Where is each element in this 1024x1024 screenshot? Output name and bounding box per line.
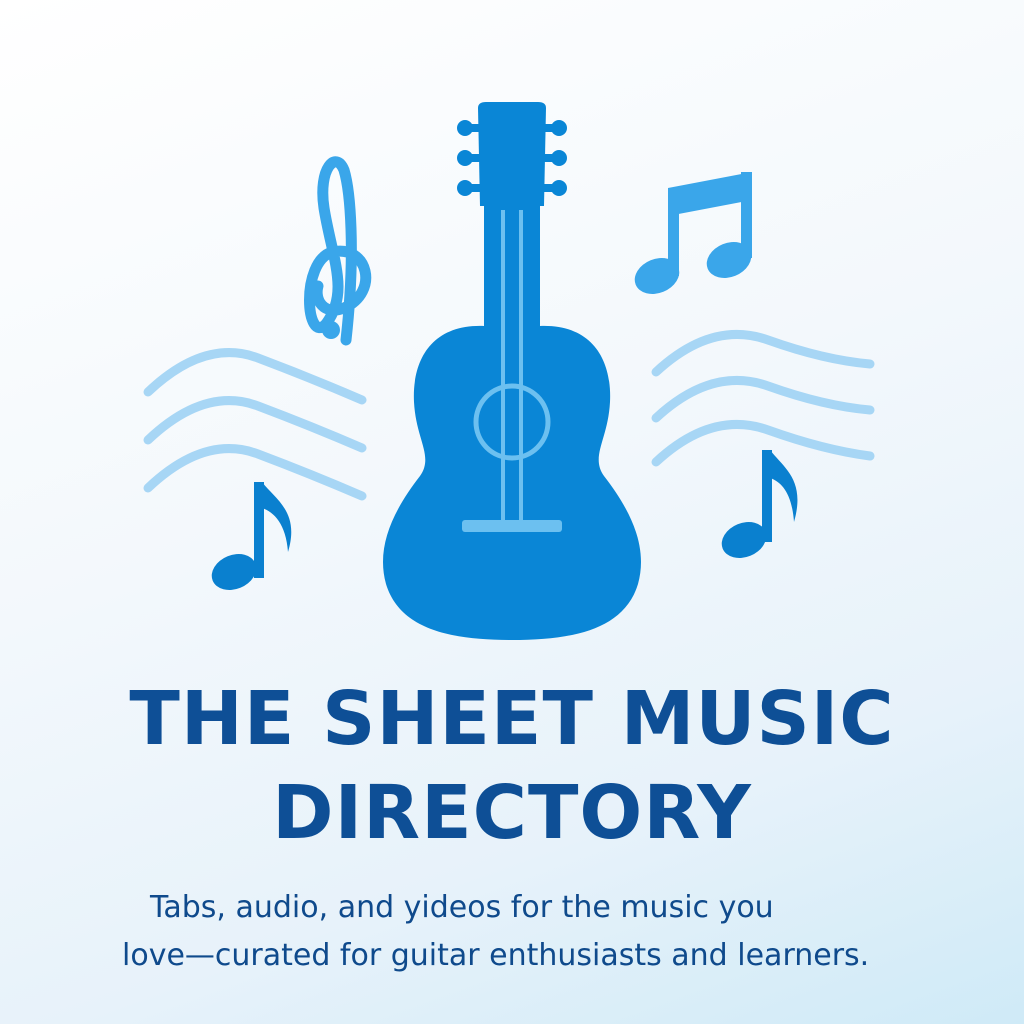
sound-wave-right-icon xyxy=(651,330,875,467)
page-title: THE SHEET MUSIC DIRECTORY xyxy=(0,672,1024,860)
tagline-line-2: love—curated for guitar enthusiasts and … xyxy=(122,938,870,973)
treble-clef-icon xyxy=(304,156,372,346)
tagline-line-1: Tabs, audio, and yideos for the music yo… xyxy=(150,890,774,925)
title-line-2: DIRECTORY xyxy=(272,770,752,856)
eighth-note-right-icon xyxy=(721,450,798,558)
sound-wave-left-icon xyxy=(143,348,367,501)
hero-illustration xyxy=(143,102,875,640)
eighth-note-left-icon xyxy=(211,482,292,590)
beamed-notes-icon xyxy=(634,172,752,294)
title-line-1: THE SHEET MUSIC xyxy=(129,676,895,762)
guitar-icon xyxy=(383,102,641,640)
tagline: Tabs, audio, and yideos for the music yo… xyxy=(0,884,1024,980)
